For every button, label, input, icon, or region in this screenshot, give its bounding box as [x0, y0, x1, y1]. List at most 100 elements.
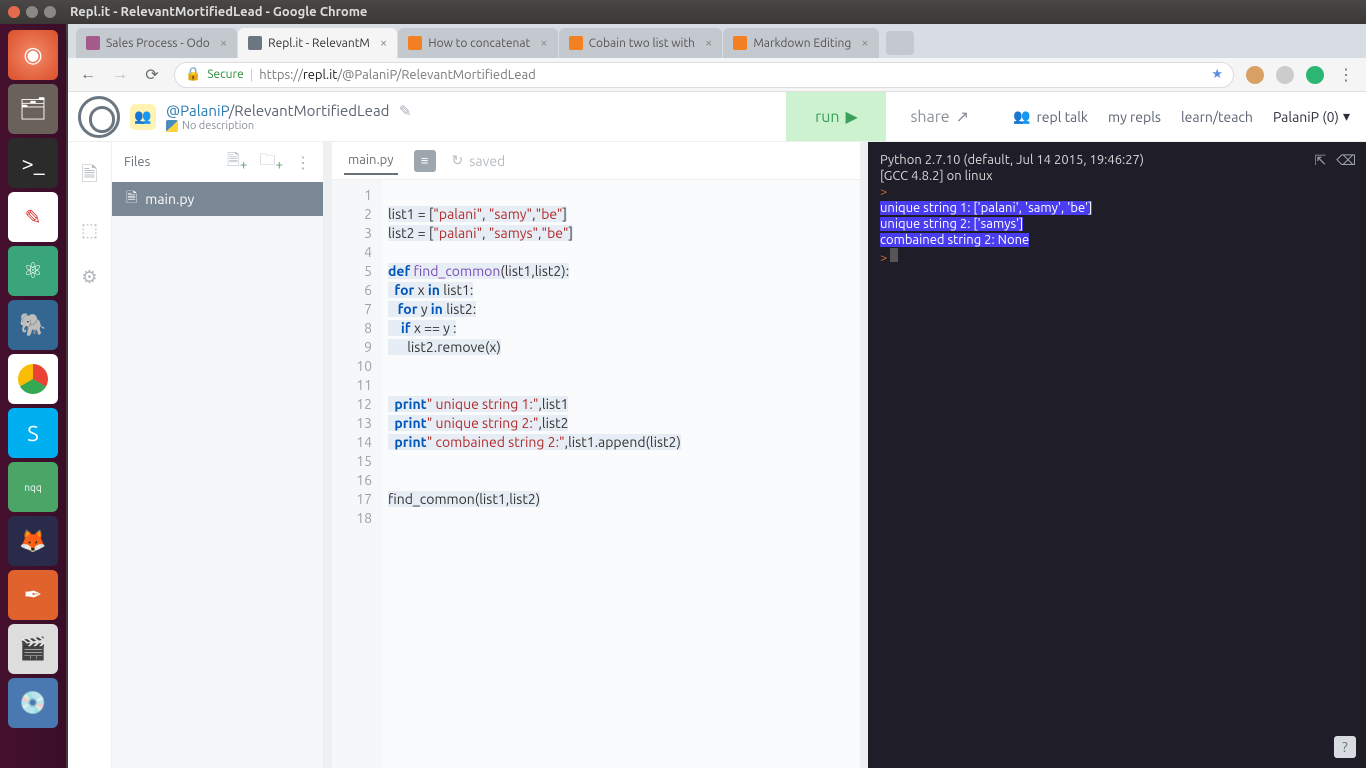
browser-tab[interactable]: Markdown Editing × [723, 28, 878, 58]
repl-name: RelevantMortifiedLead [234, 102, 389, 119]
skype-launcher-icon[interactable]: S [8, 408, 58, 458]
edit-name-icon[interactable]: ✎ [399, 102, 412, 119]
favicon [569, 36, 583, 50]
reload-icon[interactable]: ⟳ [142, 65, 162, 84]
postgres-icon[interactable]: 🐘 [8, 300, 58, 350]
tab-label: Sales Process - Odo [106, 37, 210, 50]
video-icon[interactable]: 🎬 [8, 624, 58, 674]
unity-launcher: ◉ 🗂 >_ ✎ ⚛ 🐘 S nqq 🦊 ✒ 🎬 💿 [0, 24, 66, 768]
tab-label: Cobain two list with [589, 37, 695, 50]
browser-tab[interactable]: Repl.it - RelevantM × [238, 28, 397, 58]
ext-icon-3[interactable] [1306, 66, 1324, 84]
saved-indicator: ↻saved [452, 152, 506, 169]
file-item-main[interactable]: 🗎main.py [112, 182, 323, 216]
terminal-icon[interactable]: >_ [8, 138, 58, 188]
python-icon [166, 120, 178, 132]
window-titlebar: Repl.it - RelevantMortifiedLead - Google… [0, 0, 1366, 24]
chevron-down-icon: ▾ [1343, 108, 1350, 125]
files-header: Files [124, 155, 150, 169]
forward-icon[interactable]: → [110, 65, 130, 84]
console-expand-icon[interactable]: ⇱ [1314, 152, 1326, 168]
code-line: print" combained string 2:",list1.append… [388, 433, 860, 452]
run-button[interactable]: run▶ [786, 92, 886, 141]
app-icon-1[interactable]: ✎ [8, 192, 58, 242]
favicon [733, 36, 747, 50]
code-line: list2 = ["palani", "samys","be"] [388, 224, 860, 243]
files-icon[interactable]: 🗂 [8, 84, 58, 134]
people-icon: 👥 [1013, 108, 1030, 125]
ubuntu-dash-icon[interactable]: ◉ [8, 30, 58, 80]
close-tab-icon[interactable]: × [540, 36, 547, 50]
atom-icon[interactable]: ⚛ [8, 246, 58, 296]
repl-user[interactable]: @PalaniP [166, 102, 229, 119]
ext-icon-2[interactable] [1276, 66, 1294, 84]
lock-icon: 🔒 [185, 67, 201, 82]
code-line: def find_common(list1,list2): [388, 262, 860, 281]
ext-icon-1[interactable] [1246, 66, 1264, 84]
tab-label: Markdown Editing [753, 37, 851, 50]
url-box[interactable]: 🔒 Secure | https://repl.it/@PalaniP/Rele… [174, 62, 1234, 88]
splitter-2[interactable] [860, 142, 868, 768]
code-line [388, 357, 860, 376]
nqq-icon[interactable]: nqq [8, 462, 58, 512]
app-icon-2[interactable]: ✒ [8, 570, 58, 620]
packages-rail-icon[interactable]: ⬚ [81, 220, 98, 241]
close-tab-icon[interactable]: × [705, 36, 712, 50]
replit-logo[interactable] [78, 96, 120, 138]
browser-tab[interactable]: Cobain two list with × [559, 28, 723, 58]
console-banner: Python 2.7.10 (default, Jul 14 2015, 19:… [880, 152, 1354, 168]
tab-label: Repl.it - RelevantM [268, 37, 370, 50]
code-editor[interactable]: 123456789101112131415161718 list1 = ["pa… [332, 180, 860, 768]
chrome-menu-icon[interactable]: ⋮ [1336, 65, 1356, 84]
new-file-icon[interactable]: 🗎+ [227, 149, 247, 176]
help-button[interactable]: ? [1334, 736, 1356, 758]
bookmark-icon[interactable]: ★ [1211, 67, 1223, 82]
console-clear-icon[interactable]: ⌫ [1336, 152, 1356, 168]
files-rail-icon[interactable]: 🗎 [81, 160, 97, 194]
chrome-launcher-icon[interactable] [8, 354, 58, 404]
splitter-1[interactable] [324, 142, 332, 768]
close-tab-icon[interactable]: × [861, 36, 868, 50]
editor-view-icon[interactable]: ≡ [414, 150, 436, 172]
browser-tab[interactable]: How to concatenat × [398, 28, 557, 58]
nav-myrepls[interactable]: my repls [1108, 109, 1161, 125]
console-pane[interactable]: ⇱ ⌫ Python 2.7.10 (default, Jul 14 2015,… [868, 142, 1366, 768]
close-tab-icon[interactable]: × [220, 36, 227, 50]
prompt-icon: > [880, 251, 887, 265]
tab-label: How to concatenat [428, 37, 530, 50]
close-window-icon[interactable] [8, 6, 20, 18]
favicon [408, 36, 422, 50]
left-rail: 🗎 ⬚ ⚙ [68, 142, 112, 768]
browser-tab[interactable]: Sales Process - Odo × [76, 28, 237, 58]
code-line [388, 471, 860, 490]
nav-learn[interactable]: learn/teach [1181, 109, 1253, 125]
repl-page: 👥 @PalaniP/RelevantMortifiedLead ✎ No de… [68, 92, 1366, 768]
maximize-window-icon[interactable] [44, 6, 56, 18]
code-line [388, 452, 860, 471]
close-tab-icon[interactable]: × [380, 36, 387, 50]
console-banner-2: [GCC 4.8.2] on linux [880, 168, 1354, 184]
cursor [890, 248, 898, 262]
code-line: find_common(list1,list2) [388, 490, 860, 509]
share-button[interactable]: share↗ [886, 107, 993, 126]
code-line: print" unique string 2:",list2 [388, 414, 860, 433]
back-icon[interactable]: ← [78, 65, 98, 84]
user-dropdown[interactable]: PalaniP (0)▾ [1273, 108, 1366, 125]
new-folder-icon[interactable]: 🗀+ [259, 149, 283, 176]
app-icon-3[interactable]: 💿 [8, 678, 58, 728]
repl-desc: No description [182, 120, 254, 132]
workspace: 🗎 ⬚ ⚙ Files 🗎+ 🗀+ ⋮ 🗎main.py main.py ≡ ↻ [68, 142, 1366, 768]
new-tab-button[interactable] [886, 31, 914, 55]
files-menu-icon[interactable]: ⋮ [295, 153, 311, 172]
code-line [388, 376, 860, 395]
file-icon: 🗎 [126, 187, 137, 211]
firefox-icon[interactable]: 🦊 [8, 516, 58, 566]
editor-tab[interactable]: main.py [344, 147, 398, 175]
collab-avatars[interactable]: 👥 [130, 104, 156, 130]
window-title: Repl.it - RelevantMortifiedLead - Google… [70, 5, 367, 19]
minimize-window-icon[interactable] [26, 6, 38, 18]
nav-repltalk[interactable]: 👥repl talk [1013, 108, 1088, 125]
files-pane: Files 🗎+ 🗀+ ⋮ 🗎main.py [112, 142, 324, 768]
settings-rail-icon[interactable]: ⚙ [81, 267, 97, 288]
code-line [388, 509, 860, 528]
